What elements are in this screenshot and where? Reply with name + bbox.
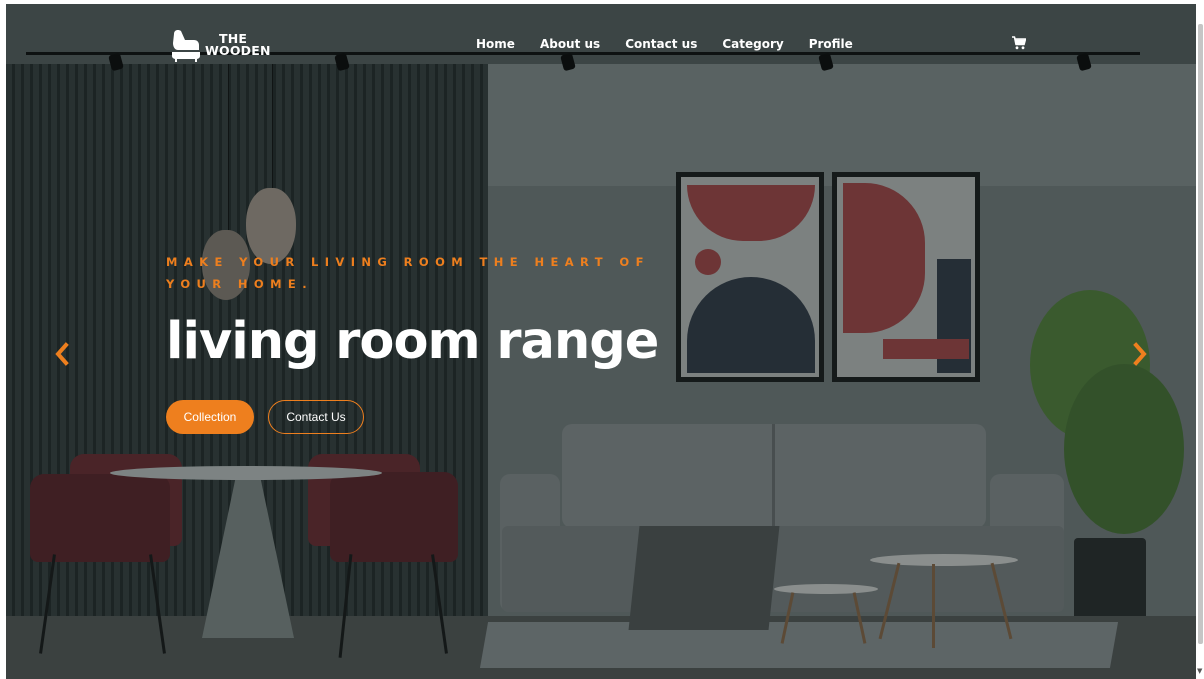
chevron-right-icon[interactable] bbox=[1130, 340, 1150, 368]
main-nav: Home About us Contact us Category Profil… bbox=[476, 37, 878, 51]
wall-artwork-right bbox=[832, 172, 980, 382]
nav-category[interactable]: Category bbox=[722, 37, 783, 51]
brand-line-2: WOODEN bbox=[205, 43, 271, 58]
nav-about-us[interactable]: About us bbox=[540, 37, 600, 51]
art-shape bbox=[883, 339, 969, 359]
nav-home[interactable]: Home bbox=[476, 37, 515, 51]
contact-us-button[interactable]: Contact Us bbox=[268, 400, 364, 434]
dining-chair bbox=[30, 474, 170, 562]
scrollbar-thumb[interactable] bbox=[1198, 24, 1203, 644]
lamp-cord bbox=[272, 64, 273, 190]
sofa-seat bbox=[502, 526, 1064, 612]
art-shape bbox=[695, 249, 721, 275]
plant-pot bbox=[1074, 538, 1146, 622]
brand-logo[interactable]: THE WOODEN bbox=[170, 28, 271, 62]
art-shape bbox=[843, 183, 925, 333]
wall-artwork-left bbox=[676, 172, 824, 382]
lamp-cord bbox=[228, 64, 229, 232]
sofa-throw-blanket bbox=[628, 526, 780, 630]
navbar: THE WOODEN Home About us Contact us Cate… bbox=[6, 4, 1196, 62]
scroll-down-arrow-icon[interactable]: ▼ bbox=[1197, 668, 1202, 675]
dining-chair bbox=[330, 472, 458, 562]
sofa-cushion-divider bbox=[772, 424, 775, 528]
coffee-table bbox=[870, 554, 1018, 566]
nav-contact-us[interactable]: Contact us bbox=[625, 37, 697, 51]
hero-slider: THE WOODEN Home About us Contact us Cate… bbox=[6, 4, 1196, 679]
hero-subtitle: MAKE YOUR LIVING ROOM THE HEART OF YOUR … bbox=[166, 255, 650, 291]
art-shape bbox=[687, 277, 815, 373]
cart-icon[interactable] bbox=[1012, 36, 1026, 50]
dining-table bbox=[110, 466, 382, 480]
art-shape bbox=[687, 185, 815, 241]
armchair-logo-icon bbox=[172, 30, 200, 62]
collection-button[interactable]: Collection bbox=[166, 400, 254, 434]
nav-profile[interactable]: Profile bbox=[809, 37, 853, 51]
brand-name: THE WOODEN bbox=[205, 32, 271, 58]
side-table bbox=[774, 584, 878, 594]
hero-title: living room range bbox=[166, 312, 659, 371]
chevron-left-icon[interactable] bbox=[52, 340, 72, 368]
rug bbox=[479, 622, 1119, 668]
plant-foliage bbox=[1064, 364, 1184, 534]
table-leg bbox=[932, 564, 935, 648]
